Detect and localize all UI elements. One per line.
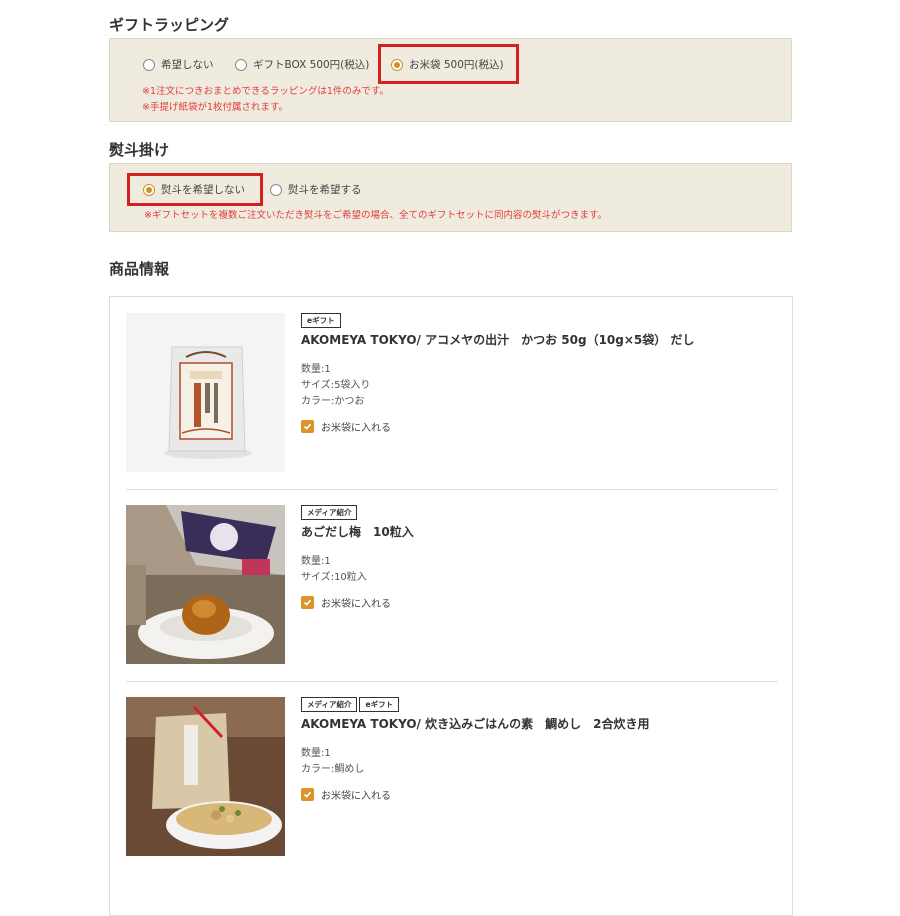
noshi-option-want[interactable]: 熨斗を希望する <box>270 182 362 197</box>
product-quantity: 数量:1 <box>301 556 331 567</box>
product-quantity: 数量:1 <box>301 748 331 759</box>
product-name[interactable]: あごだし梅 10粒入 <box>301 523 414 540</box>
product-size: サイズ:5袋入り <box>301 380 371 391</box>
badge-media: メディア紹介 <box>301 505 358 520</box>
noshi-box: 熨斗を希望しない 熨斗を希望する ※ギフトセットを複数ご注文いただき熨斗をご希望… <box>109 163 792 232</box>
wrap-option-none[interactable]: 希望しない <box>143 57 214 72</box>
rice-bag-checkbox[interactable]: お米袋に入れる <box>301 787 649 802</box>
rice-bag-checkbox[interactable]: お米袋に入れる <box>301 595 414 610</box>
radio-icon[interactable] <box>235 58 247 71</box>
wrap-option-giftbox[interactable]: ギフトBOX 500円(税込) <box>235 57 369 72</box>
checkbox-checked-icon[interactable] <box>301 596 314 609</box>
badge-media: メディア紹介 <box>301 697 358 712</box>
highlight-frame <box>127 173 263 206</box>
product-item: メディア紹介 eギフト AKOMEYA TOKYO/ 炊き込みごはんの素 鯛めし… <box>126 697 778 857</box>
divider <box>126 489 778 490</box>
product-name[interactable]: AKOMEYA TOKYO/ アコメヤの出汁 かつお 50g（10g×5袋） だ… <box>301 331 694 348</box>
gift-wrapping-box: 希望しない ギフトBOX 500円(税込) お米袋 500円(税込) ※1注文に… <box>109 38 792 122</box>
product-item: eギフト AKOMEYA TOKYO/ アコメヤの出汁 かつお 50g（10g×… <box>126 313 778 473</box>
wrap-note-2: ※手提げ紙袋が1枚付属されます。 <box>142 102 289 113</box>
noshi-note: ※ギフトセットを複数ご注文いただき熨斗をご希望の場合、全てのギフトセットに同内容… <box>144 210 608 221</box>
product-image-taimeshi[interactable] <box>126 697 285 856</box>
product-info-title: 商品情報 <box>109 260 170 278</box>
gift-wrapping-title: ギフトラッピング <box>109 16 230 34</box>
radio-icon[interactable] <box>270 183 282 196</box>
highlight-frame <box>378 44 519 84</box>
wrap-note-1: ※1注文につきおまとめできるラッピングは1件のみです。 <box>142 86 389 97</box>
rice-bag-checkbox[interactable]: お米袋に入れる <box>301 419 694 434</box>
product-list-panel: eギフト AKOMEYA TOKYO/ アコメヤの出汁 かつお 50g（10g×… <box>109 296 793 916</box>
badge-egift: eギフト <box>301 313 341 328</box>
product-name[interactable]: AKOMEYA TOKYO/ 炊き込みごはんの素 鯛めし 2合炊き用 <box>301 715 649 732</box>
product-quantity: 数量:1 <box>301 364 331 375</box>
product-size: サイズ:10粒入 <box>301 572 367 583</box>
product-color: カラー:鯛めし <box>301 764 365 775</box>
noshi-title: 熨斗掛け <box>109 141 170 159</box>
radio-icon[interactable] <box>143 58 155 71</box>
checkbox-checked-icon[interactable] <box>301 420 314 433</box>
checkbox-checked-icon[interactable] <box>301 788 314 801</box>
product-image-dashi[interactable] <box>126 313 285 472</box>
divider <box>126 681 778 682</box>
product-color: カラー:かつお <box>301 396 365 407</box>
product-item: メディア紹介 あごだし梅 10粒入 数量:1 サイズ:10粒入 お米袋に入れる <box>126 505 778 665</box>
product-image-agodashi-ume[interactable] <box>126 505 285 664</box>
badge-egift: eギフト <box>359 697 400 712</box>
